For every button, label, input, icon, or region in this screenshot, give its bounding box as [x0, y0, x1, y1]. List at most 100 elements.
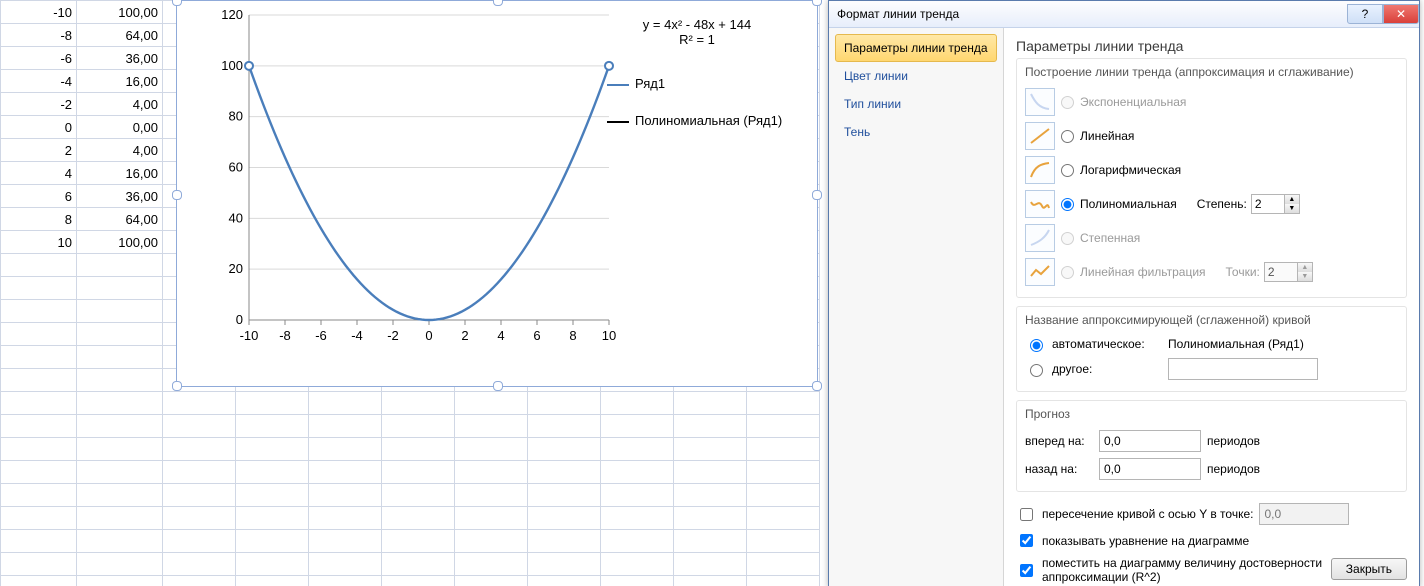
forecast-back-input[interactable] — [1099, 458, 1201, 480]
cell[interactable] — [77, 507, 163, 530]
cell[interactable] — [309, 438, 382, 461]
cell[interactable] — [382, 484, 455, 507]
cell[interactable] — [601, 438, 674, 461]
cell[interactable] — [382, 438, 455, 461]
cell[interactable] — [1, 369, 77, 392]
cell[interactable] — [236, 576, 309, 586]
cell[interactable] — [309, 576, 382, 586]
cell[interactable] — [77, 300, 163, 323]
cell[interactable]: 100,00 — [77, 231, 163, 254]
forecast-forward-input[interactable] — [1099, 430, 1201, 452]
cell[interactable] — [77, 369, 163, 392]
help-button[interactable]: ? — [1347, 4, 1383, 24]
cell[interactable] — [747, 507, 820, 530]
cell[interactable] — [1, 254, 77, 277]
cell[interactable] — [77, 277, 163, 300]
intercept-checkbox[interactable] — [1020, 508, 1033, 521]
cell[interactable]: -10 — [1, 1, 77, 24]
cell[interactable] — [1, 576, 77, 586]
cell[interactable] — [236, 438, 309, 461]
cell[interactable] — [163, 576, 236, 586]
cell[interactable] — [601, 392, 674, 415]
cell[interactable]: 0 — [1, 116, 77, 139]
cell[interactable] — [77, 576, 163, 586]
trend-linear[interactable]: Линейная — [1025, 119, 1398, 153]
cell[interactable] — [382, 553, 455, 576]
cell[interactable] — [528, 392, 601, 415]
cell[interactable] — [528, 438, 601, 461]
cell[interactable] — [309, 392, 382, 415]
trend-poly[interactable]: Полиномиальная Степень: ▲▼ — [1025, 187, 1398, 221]
cell[interactable]: 6 — [1, 185, 77, 208]
cell[interactable] — [1, 277, 77, 300]
cell[interactable] — [382, 392, 455, 415]
cell[interactable] — [236, 507, 309, 530]
close-button[interactable]: Закрыть — [1331, 558, 1407, 580]
cell[interactable] — [382, 530, 455, 553]
cell[interactable] — [163, 392, 236, 415]
cell[interactable] — [236, 461, 309, 484]
cell[interactable] — [528, 553, 601, 576]
cell[interactable]: -4 — [1, 70, 77, 93]
show-r2-checkbox[interactable] — [1020, 564, 1033, 577]
cell[interactable]: 4 — [1, 162, 77, 185]
dialog-titlebar[interactable]: Формат линии тренда ? ✕ — [829, 1, 1419, 28]
side-trend-options[interactable]: Параметры линии тренда — [835, 34, 997, 62]
cell[interactable] — [163, 507, 236, 530]
cell[interactable] — [77, 254, 163, 277]
side-line-color[interactable]: Цвет линии — [835, 62, 997, 90]
spin-up-icon[interactable]: ▲ — [1284, 195, 1299, 204]
cell[interactable] — [77, 438, 163, 461]
cell[interactable]: 64,00 — [77, 24, 163, 47]
cell[interactable] — [674, 530, 747, 553]
cell[interactable]: 16,00 — [77, 162, 163, 185]
cell[interactable] — [674, 507, 747, 530]
cell[interactable] — [1, 323, 77, 346]
cell[interactable] — [77, 484, 163, 507]
cell[interactable] — [528, 484, 601, 507]
cell[interactable] — [455, 507, 528, 530]
cell[interactable] — [528, 530, 601, 553]
cell[interactable]: 36,00 — [77, 185, 163, 208]
cell[interactable] — [1, 392, 77, 415]
cell[interactable]: 4,00 — [77, 139, 163, 162]
cell[interactable] — [747, 530, 820, 553]
cell[interactable] — [674, 576, 747, 586]
cell[interactable] — [747, 461, 820, 484]
cell[interactable] — [1, 530, 77, 553]
side-shadow[interactable]: Тень — [835, 118, 997, 146]
cell[interactable] — [455, 576, 528, 586]
cell[interactable] — [601, 553, 674, 576]
cell[interactable] — [236, 530, 309, 553]
cell[interactable] — [455, 461, 528, 484]
cell[interactable] — [747, 438, 820, 461]
cell[interactable] — [674, 415, 747, 438]
name-other-radio[interactable] — [1030, 364, 1043, 377]
cell[interactable] — [1, 484, 77, 507]
cell[interactable] — [163, 415, 236, 438]
cell[interactable] — [309, 461, 382, 484]
cell[interactable] — [163, 438, 236, 461]
cell[interactable] — [77, 415, 163, 438]
cell[interactable] — [1, 415, 77, 438]
cell[interactable] — [309, 553, 382, 576]
cell[interactable]: 0,00 — [77, 116, 163, 139]
close-icon[interactable]: ✕ — [1383, 4, 1419, 24]
cell[interactable] — [77, 346, 163, 369]
cell[interactable] — [528, 576, 601, 586]
cell[interactable] — [309, 530, 382, 553]
cell[interactable] — [455, 415, 528, 438]
show-equation-checkbox[interactable] — [1020, 534, 1033, 547]
cell[interactable] — [77, 530, 163, 553]
cell[interactable]: -6 — [1, 47, 77, 70]
cell[interactable]: 2 — [1, 139, 77, 162]
cell[interactable] — [528, 507, 601, 530]
cell[interactable] — [163, 530, 236, 553]
cell[interactable] — [455, 530, 528, 553]
cell[interactable] — [528, 415, 601, 438]
cell[interactable] — [236, 553, 309, 576]
cell[interactable] — [236, 415, 309, 438]
cell[interactable] — [455, 392, 528, 415]
chart-object[interactable]: 020406080100120-10-8-6-4-20246810 y = 4x… — [176, 0, 818, 387]
cell[interactable] — [77, 392, 163, 415]
